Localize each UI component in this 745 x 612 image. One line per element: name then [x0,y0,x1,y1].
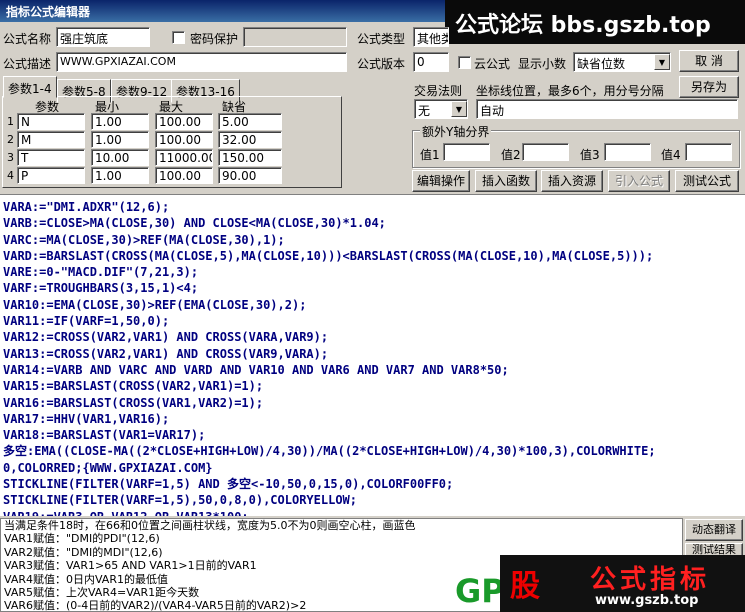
watermark-badge: 股 [510,569,540,604]
password-input[interactable] [243,27,347,47]
code-line[interactable]: VAR18:=BARSLAST(VAR1=VAR17); [3,427,742,443]
code-line[interactable]: VARC:=MA(CLOSE,30)>REF(MA(CLOSE,30),1); [3,232,742,248]
code-line[interactable]: VAR14:=VARB AND VARC AND VARD AND VAR10 … [3,362,742,378]
extra-y-title: 额外Y轴分界 [420,123,492,140]
insert-function-button[interactable]: 插入函数 [475,170,537,192]
chevron-down-icon[interactable]: ▼ [654,54,670,70]
formula-version-label: 公式版本 [357,57,406,71]
param-default-input[interactable]: 32.00 [218,131,282,148]
import-formula-button[interactable]: 引入公式 [608,170,670,192]
param-default-input[interactable]: 150.00 [218,149,282,166]
code-content[interactable]: VARA:="DMI.ADXR"(12,6); VARB:=CLOSE>MA(CL… [0,195,745,516]
code-line[interactable]: VAR13:=CROSS(VAR2,VAR1) AND CROSS(VAR9,V… [3,346,742,362]
param-max-input[interactable]: 11000.00 [155,149,213,166]
param-row-number: 4 [7,169,14,182]
code-line[interactable]: VAR19:=VAR3 OR VAR12 OR VAR13*100; [3,509,742,516]
param-name-input[interactable]: N [17,113,85,130]
code-line[interactable]: STICKLINE(FILTER(VARF=1,5),50,0,8,0),COL… [3,492,742,508]
code-line[interactable]: VARF:=TROUGHBARS(3,15,1)<4; [3,280,742,296]
tab-params-1-4[interactable]: 参数1-4 [3,76,57,98]
param-min-input[interactable]: 10.00 [91,149,149,166]
code-line[interactable]: STICKLINE(FILTER(VARF=1,5) AND 多空<-10,50… [3,476,742,492]
chevron-down-icon[interactable]: ▼ [451,101,467,117]
y-value-label: 值1 [420,148,440,162]
coord-line-label: 坐标线位置，最多6个，用分号分隔 [476,84,664,98]
y-value-label: 值2 [501,148,521,162]
formula-version-input[interactable]: 0 [413,52,449,72]
param-default-input[interactable]: 5.00 [218,113,282,130]
y-value-label: 值3 [580,148,600,162]
window-title: 指标公式编辑器 [6,5,91,19]
cloud-formula-checkbox[interactable] [458,56,471,69]
code-line[interactable]: VAR16:=BARSLAST(CROSS(VAR1,VAR2)=1); [3,395,742,411]
code-line[interactable]: VARA:="DMI.ADXR"(12,6); [3,199,742,215]
y-value-4-input[interactable] [685,143,732,161]
param-name-input[interactable]: T [17,149,85,166]
y-value-1-input[interactable] [443,143,490,161]
formula-type-label: 公式类型 [357,32,406,46]
param-row-number: 2 [7,133,14,146]
code-line[interactable]: VAR11:=IF(VARF=1,50,0); [3,313,742,329]
param-name-input[interactable]: M [17,131,85,148]
edit-operation-button[interactable]: 编辑操作 [412,170,470,192]
watermark-bottom: 股 公式指标 www.gszb.top [500,555,745,612]
translation-line: 当满足条件18时，在66和0位置之间画柱状线，宽度为5.0不为0则画空心柱，画蓝… [4,519,416,532]
code-line[interactable]: VAR10:=EMA(CLOSE,30)>REF(EMA(CLOSE,30),2… [3,297,742,313]
param-min-input[interactable]: 1.00 [91,113,149,130]
watermark-text: 公式指标 [590,565,711,595]
watermark-url: www.gszb.top [595,593,699,608]
param-min-input[interactable]: 1.00 [91,167,149,184]
cancel-button[interactable]: 取 消 [679,50,739,72]
param-default-input[interactable]: 90.00 [218,167,282,184]
decimals-value: 缺省位数 [577,57,626,71]
y-value-3-input[interactable] [604,143,651,161]
save-as-button[interactable]: 另存为 [679,76,739,98]
dynamic-translate-button[interactable]: 动态翻译 [685,519,743,541]
trade-rule-label: 交易法则 [414,84,463,98]
code-line[interactable]: 0,COLORRED;{WWW.GPXIAZAI.COM} [3,460,742,476]
code-line[interactable]: VAR15:=BARSLAST(CROSS(VAR2,VAR1)=1); [3,378,742,394]
password-label: 密码保护 [190,32,239,46]
code-line[interactable]: VARB:=CLOSE>MA(CLOSE,30) AND CLOSE<MA(CL… [3,215,742,231]
code-editor[interactable]: VARA:="DMI.ADXR"(12,6); VARB:=CLOSE>MA(CL… [0,194,745,516]
formula-type-select[interactable]: 其他类 [413,27,449,47]
watermark-top: 公式论坛 bbs.gszb.top [445,0,745,44]
param-row-number: 3 [7,151,14,164]
formula-name-label: 公式名称 [3,32,52,46]
translation-line: VAR1赋值："DMI的PDI"(12,6) [4,532,160,546]
decimals-label: 显示小数 [518,57,567,71]
param-max-input[interactable]: 100.00 [155,167,213,184]
param-max-input[interactable]: 100.00 [155,113,213,130]
test-formula-button[interactable]: 测试公式 [675,170,739,192]
formula-name-input[interactable]: 强庄筑底 [56,27,150,47]
watermark-gp-logo: GP [455,572,505,610]
y-value-2-input[interactable] [522,143,569,161]
formula-desc-label: 公式描述 [3,57,52,71]
param-row-number: 1 [7,115,14,128]
coord-line-input[interactable]: 自动 [476,99,738,119]
param-max-input[interactable]: 100.00 [155,131,213,148]
y-value-label: 值4 [661,148,681,162]
cloud-formula-label: 云公式 [474,57,511,71]
code-line[interactable]: VAR12:=CROSS(VAR2,VAR1) AND CROSS(VARA,V… [3,329,742,345]
formula-desc-input[interactable]: WWW.GPXIAZAI.COM [56,52,347,72]
code-line[interactable]: VARD:=BARSLAST(CROSS(MA(CLOSE,5),MA(CLOS… [3,248,742,264]
param-name-input[interactable]: P [17,167,85,184]
password-checkbox[interactable] [172,31,185,44]
insert-resource-button[interactable]: 插入资源 [541,170,603,192]
code-line[interactable]: 多空:EMA((CLOSE-MA((2*CLOSE+HIGH+LOW)/4,30… [3,443,742,459]
trade-rule-value: 无 [418,104,431,118]
code-line[interactable]: VAR17:=HHV(VAR1,VAR16); [3,411,742,427]
param-min-input[interactable]: 1.00 [91,131,149,148]
code-line[interactable]: VARE:=0-"MACD.DIF"(7,21,3); [3,264,742,280]
